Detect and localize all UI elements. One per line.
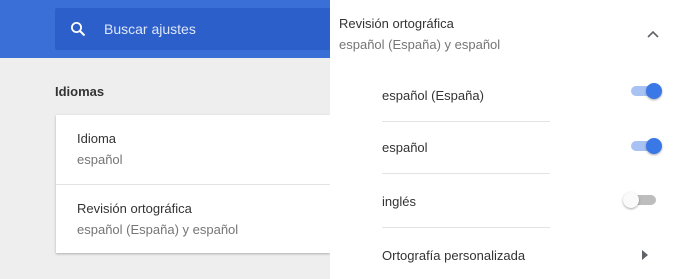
divider [382,227,550,228]
divider [382,173,550,174]
search-icon[interactable] [68,19,88,39]
language-label: español (España) [382,87,484,103]
toggle-knob [646,83,662,99]
spellcheck-row-title: Revisión ortográfica [77,201,192,216]
language-row-title: Idioma [77,131,117,146]
spellcheck-toggle-espanol[interactable] [628,137,664,155]
language-label: inglés [382,193,416,209]
spellcheck-row-subtitle: español (España) y español [77,222,239,237]
section-title-languages: Idiomas [55,84,105,99]
search-input[interactable]: Buscar ajustes [104,21,196,37]
toggle-knob [623,192,639,208]
panel-title: Revisión ortográfica [339,16,454,31]
search-box[interactable]: Buscar ajustes [55,8,330,50]
toggle-knob [646,138,662,154]
spellcheck-row[interactable]: Revisión ortográfica español (España) y … [56,201,330,237]
top-toolbar: Buscar ajustes [0,0,330,58]
spellcheck-panel: Revisión ortográfica español (España) y … [330,0,682,279]
custom-spelling-item[interactable]: Ortografía personalizada [382,229,682,279]
spellcheck-panel-header[interactable]: Revisión ortográfica español (España) y … [339,16,669,52]
languages-card: Idioma español Revisión ortográfica espa… [56,115,330,253]
language-row-subtitle: español [77,152,123,167]
language-label: español [382,139,428,155]
custom-spelling-label: Ortografía personalizada [382,247,526,263]
chevron-up-icon[interactable] [645,26,661,42]
settings-page-background: Buscar ajustes Idiomas Idioma español Re… [0,0,330,279]
chevron-right-icon[interactable] [640,249,650,261]
language-row[interactable]: Idioma español [56,131,330,167]
spellcheck-toggle-espanol-espana[interactable] [628,82,664,100]
panel-subtitle: español (España) y español [339,37,501,52]
spellcheck-toggle-ingles[interactable] [623,191,659,209]
divider [56,184,330,185]
